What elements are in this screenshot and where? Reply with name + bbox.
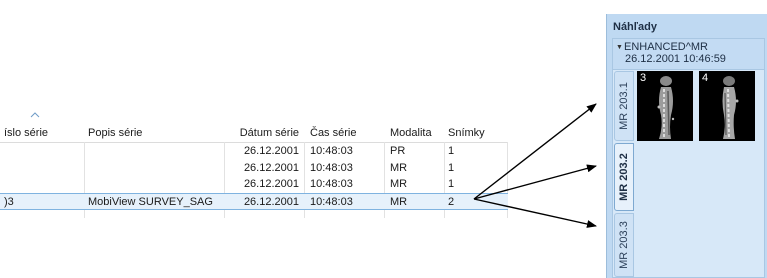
series-tabs: MR 203.1 MR 203.2 MR 203.3 (613, 69, 635, 277)
table-row[interactable]: 26.12.2001 10:48:03 MR 1 (0, 160, 508, 176)
series-group-header[interactable]: ▼ ENHANCED^MR 26.12.2001 10:46:59 (613, 39, 764, 70)
previews-container: ▼ ENHANCED^MR 26.12.2001 10:46:59 MR 203… (612, 38, 765, 278)
cell-modality: MR (390, 162, 408, 174)
tab-mr-203-3[interactable]: MR 203.3 (614, 213, 634, 277)
thumbnail[interactable]: 3 (637, 71, 693, 141)
cell-series-date: 26.12.2001 (243, 196, 299, 208)
table-header: íslo série Popis série Dátum série Čas s… (0, 122, 508, 143)
tab-mr-203-2[interactable]: MR 203.2 (614, 143, 634, 211)
thumbnail-number: 4 (702, 72, 709, 84)
cell-series-number: )3 (4, 196, 14, 208)
column-header-series-description[interactable]: Popis série (88, 126, 218, 140)
column-header-images[interactable]: Snímky (448, 126, 503, 140)
thumbnail-number: 3 (640, 72, 647, 84)
cell-series-number (4, 144, 84, 158)
collapse-chevron-icon[interactable]: ▼ (616, 44, 623, 51)
tab-label: MR 203.1 (618, 82, 630, 130)
cell-images: 1 (448, 162, 455, 174)
column-header-modality[interactable]: Modalita (390, 126, 445, 140)
cell-images: 1 (448, 178, 455, 190)
cell-series-description: MobiView SURVEY_SAG (88, 196, 213, 208)
cell-series-number (4, 161, 84, 175)
cell-modality: MR (390, 178, 408, 190)
previews-panel: Náhľady ▼ ENHANCED^MR 26.12.2001 10:46:5… (606, 14, 767, 278)
column-header-series-number[interactable]: íslo série (4, 126, 84, 140)
cell-series-time: 10:48:03 (310, 196, 353, 208)
group-name: ENHANCED^MR (624, 41, 708, 53)
cell-series-description (88, 161, 218, 175)
tab-label: MR 203.2 (618, 153, 630, 201)
tab-label: MR 203.3 (618, 221, 630, 269)
cell-series-time: 10:48:03 (310, 145, 353, 157)
cell-series-description (88, 177, 218, 191)
tab-mr-203-1[interactable]: MR 203.1 (614, 71, 634, 141)
column-header-series-time[interactable]: Čas série (310, 126, 380, 140)
cell-series-number (4, 177, 84, 191)
cell-series-date: 26.12.2001 (243, 162, 299, 174)
cell-images: 1 (448, 145, 455, 157)
thumbnail[interactable]: 4 (699, 71, 755, 141)
cell-series-date: 26.12.2001 (243, 145, 299, 157)
cell-series-date: 26.12.2001 (243, 178, 299, 190)
cell-series-description (88, 144, 218, 158)
table-row-selected[interactable]: )3 MobiView SURVEY_SAG 26.12.2001 10:48:… (0, 193, 508, 210)
group-datetime: 26.12.2001 10:46:59 (625, 53, 726, 65)
column-header-series-date[interactable]: Dátum série (228, 126, 299, 140)
table-row[interactable]: 26.12.2001 10:48:03 PR 1 (0, 143, 508, 159)
cell-series-time: 10:48:03 (310, 178, 353, 190)
cell-modality: MR (390, 196, 408, 208)
panel-title: Náhľady (613, 21, 657, 33)
cell-modality: PR (390, 145, 406, 157)
cell-images: 2 (448, 196, 455, 208)
cell-series-time: 10:48:03 (310, 162, 353, 174)
sort-ascending-icon (30, 112, 40, 118)
table-row[interactable]: 26.12.2001 10:48:03 MR 1 (0, 176, 508, 192)
